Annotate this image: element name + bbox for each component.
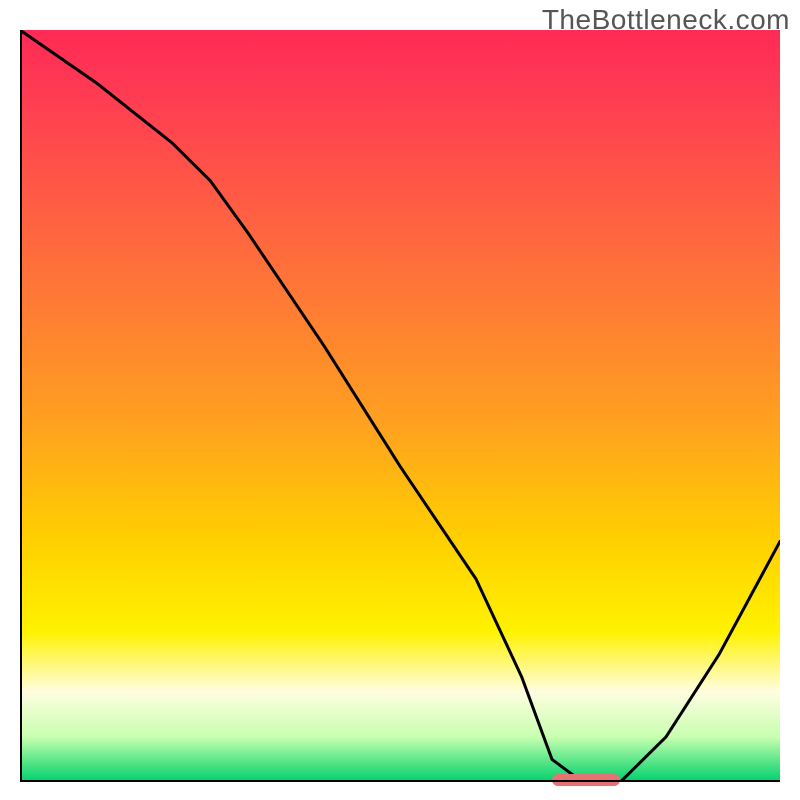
curve-path	[20, 30, 780, 782]
x-axis-line	[20, 780, 780, 782]
bottleneck-curve	[20, 30, 780, 782]
plot-area	[20, 30, 780, 782]
y-axis-line	[20, 30, 22, 782]
watermark-label: TheBottleneck.com	[542, 4, 790, 36]
chart-container: TheBottleneck.com	[0, 0, 800, 800]
